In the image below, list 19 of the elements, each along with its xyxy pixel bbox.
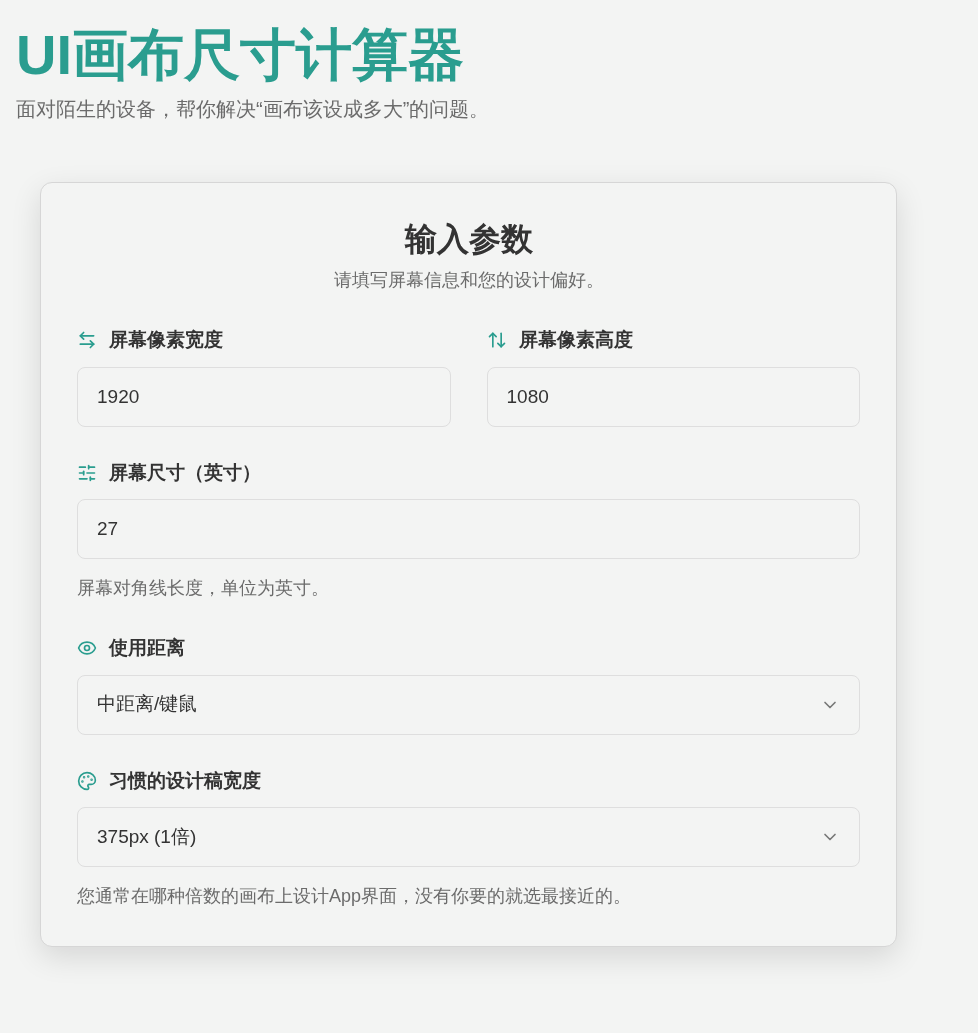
arrows-left-right-icon [77,330,97,351]
field-label: 使用距离 [109,636,185,660]
sliders-icon [77,462,97,483]
input-field[interactable]: 1920 [77,366,451,427]
field-label: 屏幕像素宽度 [109,328,223,352]
palette-icon [77,770,97,791]
field-label: 屏幕像素高度 [518,328,633,352]
dropdown[interactable]: 中距离/键鼠 [77,674,860,735]
field-hint: 您通常在哪种倍数的画布上设计App界面，没有你要的就选最接近的。 [77,885,633,908]
field-label: 习惯的设计稿宽度 [109,768,261,793]
field-hint: 屏幕对角线长度，单位为英寸。 [77,577,330,600]
input-field[interactable]: 1080 [486,366,860,427]
field-label: 屏幕尺寸（英寸） [109,460,261,485]
card-subtitle: 请填写屏幕信息和您的设计偏好。 [332,269,605,292]
card-title: 输入参数 [403,220,534,259]
input-field[interactable]: 27 [77,499,860,559]
page-subtitle: 面对陌生的设备，帮你解决“画布该设成多大”的问题。 [16,97,491,122]
dropdown[interactable]: 375px (1倍) [77,807,860,867]
page-title: UI画布尺寸计算器 [16,22,465,88]
